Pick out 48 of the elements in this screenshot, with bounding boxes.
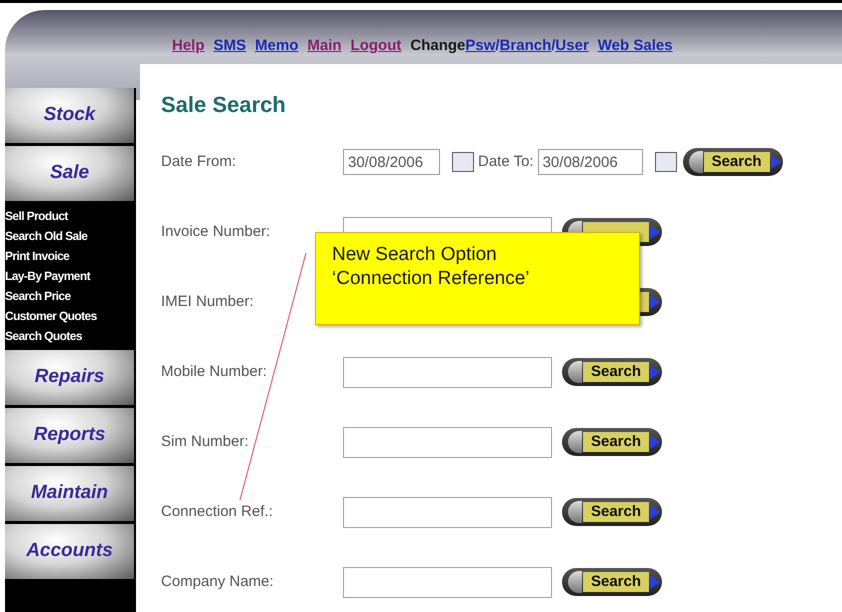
search-button[interactable]: Search	[562, 358, 662, 386]
field-label: Mobile Number:	[161, 362, 268, 382]
submenu-item[interactable]: Search Quotes	[5, 326, 134, 346]
search-button[interactable]: Search	[562, 568, 662, 596]
submenu-item[interactable]: Search Price	[5, 286, 134, 306]
nav-link[interactable]: Memo	[255, 35, 298, 58]
menu-button[interactable]: Maintain	[5, 466, 134, 523]
search-button[interactable]: Search	[562, 428, 662, 456]
submenu-item[interactable]: Print Invoice	[5, 246, 134, 266]
field-label: Date To:	[478, 152, 534, 172]
nav-link[interactable]: Psw	[465, 35, 496, 58]
text-field[interactable]	[343, 566, 552, 598]
nav-link[interactable]: Branch	[500, 35, 552, 58]
menu-button[interactable]: Accounts	[5, 524, 134, 581]
nav-link[interactable]: Main	[307, 35, 342, 58]
submenu-item[interactable]: Lay-By Payment	[5, 266, 134, 286]
search-button[interactable]: Search	[562, 498, 662, 526]
change-label: Change	[410, 36, 466, 56]
field-label: Connection Ref.:	[161, 502, 274, 522]
link-separator: /	[551, 36, 556, 56]
menu-button[interactable]: Sale	[5, 146, 134, 203]
field-label: Sim Number:	[161, 432, 250, 452]
submenu-item[interactable]: Sell Product	[5, 206, 134, 226]
date-field[interactable]: 30/08/2006	[343, 149, 440, 175]
menu-button[interactable]: Stock	[5, 88, 134, 145]
submenu-item[interactable]: Customer Quotes	[5, 306, 134, 326]
menu-button[interactable]: Reports	[5, 408, 134, 465]
page-title: Sale Search	[161, 91, 287, 119]
menu-button[interactable]: Repairs	[5, 350, 134, 407]
text-field[interactable]	[343, 356, 552, 388]
date-field[interactable]: 30/08/2006	[538, 149, 643, 175]
calendar-icon[interactable]	[452, 152, 474, 172]
nav-link[interactable]: Web Sales	[598, 35, 673, 58]
note-tooltip: New Search Option ‘Connection Reference’	[315, 232, 640, 325]
text-field[interactable]	[343, 496, 552, 528]
text-field[interactable]	[343, 426, 552, 458]
field-label: Date From:	[161, 152, 238, 172]
link-separator: /	[495, 36, 500, 56]
submenu-item[interactable]: Search Old Sale	[5, 226, 134, 246]
nav-link[interactable]: SMS	[214, 35, 246, 58]
nav-link[interactable]: User	[555, 35, 589, 58]
nav-link[interactable]: Help	[172, 35, 205, 58]
field-label: IMEI Number:	[161, 292, 255, 312]
nav-link[interactable]: Logout	[350, 35, 402, 58]
search-button[interactable]: Search	[682, 148, 783, 176]
field-label: Invoice Number:	[161, 222, 272, 242]
field-label: Company Name:	[161, 572, 275, 592]
calendar-icon[interactable]	[654, 152, 677, 172]
